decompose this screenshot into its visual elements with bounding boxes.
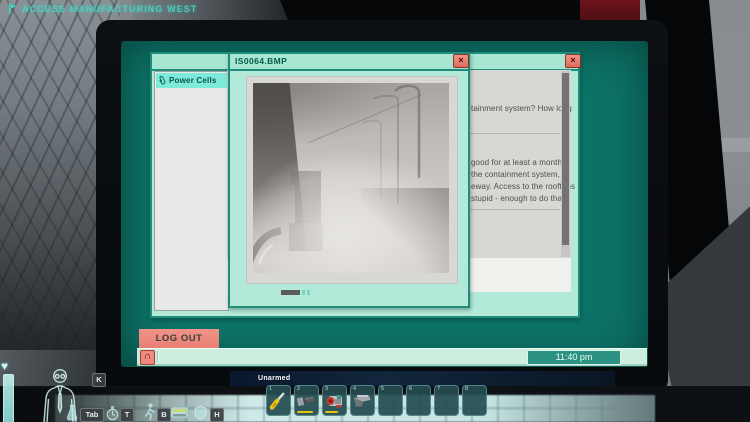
start-menu-button[interactable]: ∩ xyxy=(140,350,155,365)
player-status-figure xyxy=(33,367,87,422)
hotbar: 1 2 3 xyxy=(266,385,487,416)
email-text-line: stupid - enough to do that. xyxy=(471,194,567,203)
attachment-label: Power Cells xyxy=(169,76,217,85)
slot-number: 7 xyxy=(437,386,440,392)
key-hint-k: K xyxy=(92,373,106,387)
objective-label: ACCESS MANUFACTURING WEST xyxy=(22,4,198,14)
flare-gun-icon xyxy=(352,390,373,412)
hotbar-slot-7[interactable]: 7 xyxy=(434,385,459,416)
slot-number: 5 xyxy=(381,386,384,392)
health-bar xyxy=(3,374,14,422)
slot-number: 6 xyxy=(409,386,412,392)
paperclip-icon xyxy=(158,75,167,86)
screwdriver-icon xyxy=(268,390,289,412)
hotbar-slot-8[interactable]: 8 xyxy=(462,385,487,416)
key-hint-tab: Tab xyxy=(80,408,104,422)
runner-icon xyxy=(143,403,156,421)
hotbar-slot-1[interactable]: 1 xyxy=(266,385,291,416)
key-hint-h: H xyxy=(210,408,224,422)
image-hscrollbar-thumb[interactable] xyxy=(281,290,300,295)
flask-icon xyxy=(66,404,78,421)
objective-icon xyxy=(8,3,18,14)
equipped-status-label: Unarmed xyxy=(258,375,290,382)
objective-banner: ACCESS MANUFACTURING WEST xyxy=(8,3,198,14)
key-hint-t: T xyxy=(120,408,134,422)
email-text-line: the containment system, xyxy=(471,170,560,179)
image-hscrollbar-tick xyxy=(302,290,305,295)
attachment-sidebar: Power Cells xyxy=(154,71,229,311)
key-hint-b: B xyxy=(157,408,171,422)
email-scrollbar-thumb[interactable] xyxy=(562,73,569,245)
game-screen: × Power Cells tainment system? How long … xyxy=(0,0,750,422)
hotbar-slot-3[interactable]: 3 xyxy=(322,385,347,416)
health-heart-icon: ♥ xyxy=(1,359,8,373)
image-hscrollbar-tick xyxy=(307,290,310,295)
hotbar-slot-2[interactable]: 2 xyxy=(294,385,319,416)
image-window-titlebar[interactable]: IS0064.BMP xyxy=(230,54,468,71)
taskbar-divider xyxy=(157,351,158,362)
flashlight-icon xyxy=(296,390,317,412)
hotbar-slot-6[interactable]: 6 xyxy=(406,385,431,416)
durability-bar xyxy=(297,411,313,414)
email-text-line: good for at least a month xyxy=(471,158,562,167)
hotbar-slot-5[interactable]: 5 xyxy=(378,385,403,416)
shield-icon xyxy=(194,405,207,420)
hotbar-slot-4[interactable]: 4 xyxy=(350,385,375,416)
email-text-line: tainment system? How long xyxy=(471,104,572,113)
watch-icon xyxy=(106,406,119,421)
slot-number: 8 xyxy=(465,386,468,392)
photo-right-shadow xyxy=(361,188,449,274)
image-window-title: IS0064.BMP xyxy=(235,56,287,66)
email-close-button[interactable]: × xyxy=(565,54,581,68)
log-out-button[interactable]: LOG OUT xyxy=(139,329,219,348)
image-close-button[interactable]: × xyxy=(453,54,469,68)
photo-foggy-alley xyxy=(253,83,449,273)
radio-icon xyxy=(170,405,189,419)
camera-icon xyxy=(324,390,345,412)
durability-bar xyxy=(325,411,338,414)
attachment-item-power-cells[interactable]: Power Cells xyxy=(156,73,227,88)
taskbar-clock: 11:40 pm xyxy=(527,350,621,365)
email-text-line: eway. Access to the rooftops xyxy=(471,182,575,191)
